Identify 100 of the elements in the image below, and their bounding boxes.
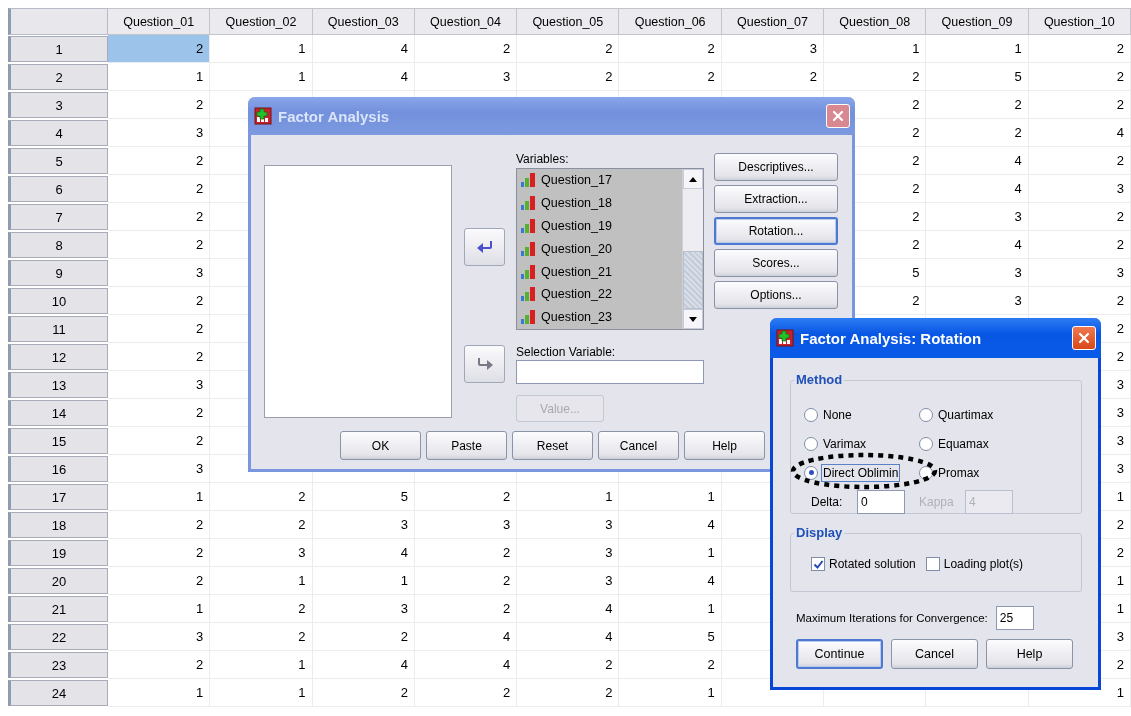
row-header[interactable]: 11	[8, 316, 108, 342]
table-cell[interactable]: 2	[414, 35, 518, 63]
row-header[interactable]: 24	[8, 680, 108, 706]
table-cell[interactable]: 2	[210, 623, 313, 651]
table-cell[interactable]: 3	[414, 63, 518, 91]
table-cell[interactable]: 2	[721, 63, 825, 91]
variable-list[interactable]: Question_17 Question_18 Question_19 Question_20 Question_21 Question_22 Question_23	[516, 168, 704, 330]
row-header[interactable]: 2	[8, 64, 108, 90]
table-cell[interactable]: 3	[108, 119, 211, 147]
table-cell[interactable]: 4	[926, 231, 1029, 259]
row-header[interactable]: 7	[8, 204, 108, 230]
table-cell[interactable]: 3	[1028, 175, 1131, 203]
table-cell[interactable]: 4	[312, 539, 415, 567]
column-header[interactable]: Question_01	[108, 8, 211, 35]
table-cell[interactable]: 1	[108, 595, 211, 623]
table-cell[interactable]: 2	[312, 623, 415, 651]
table-cell[interactable]: 3	[721, 35, 825, 63]
table-cell[interactable]: 2	[108, 231, 211, 259]
table-cell[interactable]: 3	[1028, 259, 1131, 287]
row-header[interactable]: 8	[8, 232, 108, 258]
table-cell[interactable]: 3	[108, 623, 211, 651]
table-cell[interactable]: 3	[926, 287, 1029, 315]
table-cell[interactable]: 2	[1028, 287, 1131, 315]
dialog-button[interactable]: Options...	[714, 281, 838, 309]
table-cell[interactable]: 1	[210, 35, 313, 63]
column-header[interactable]: Question_05	[517, 8, 620, 35]
table-cell[interactable]: 2	[108, 91, 211, 119]
table-cell[interactable]: 2	[108, 147, 211, 175]
row-header[interactable]: 20	[8, 568, 108, 594]
table-cell[interactable]: 3	[517, 567, 620, 595]
table-cell[interactable]: 2	[108, 203, 211, 231]
table-cell[interactable]: 3	[517, 539, 620, 567]
row-header[interactable]: 17	[8, 484, 108, 510]
table-cell[interactable]: 4	[312, 63, 415, 91]
column-header[interactable]: Question_04	[414, 8, 518, 35]
column-header[interactable]: Question_08	[824, 8, 927, 35]
table-cell[interactable]: 2	[517, 679, 620, 707]
radio-button[interactable]	[804, 465, 818, 480]
close-button[interactable]	[826, 104, 850, 128]
table-cell[interactable]: 2	[926, 119, 1029, 147]
table-cell[interactable]: 4	[414, 623, 518, 651]
table-cell[interactable]: 2	[210, 511, 313, 539]
table-cell[interactable]: 2	[517, 651, 620, 679]
row-header[interactable]: 15	[8, 428, 108, 454]
row-header[interactable]: 21	[8, 596, 108, 622]
column-header[interactable]: Question_10	[1028, 8, 1131, 35]
table-cell[interactable]: 1	[210, 679, 313, 707]
row-header[interactable]: 4	[8, 120, 108, 146]
table-cell[interactable]: 2	[108, 343, 211, 371]
checkbox[interactable]	[811, 557, 825, 571]
move-button[interactable]	[464, 345, 505, 383]
table-cell[interactable]: 3	[210, 539, 313, 567]
row-header[interactable]: 18	[8, 512, 108, 538]
table-cell[interactable]: 2	[1028, 147, 1131, 175]
table-cell[interactable]: 3	[108, 259, 211, 287]
scroll-down-button[interactable]	[683, 309, 703, 329]
checkbox[interactable]	[925, 557, 940, 571]
table-cell[interactable]: 2	[414, 595, 518, 623]
table-cell[interactable]: 5	[312, 483, 415, 511]
input-field[interactable]: 0	[857, 490, 905, 514]
scrollbar[interactable]	[682, 169, 703, 329]
input-field[interactable]	[516, 360, 704, 384]
row-header[interactable]: 14	[8, 400, 108, 426]
table-cell[interactable]: 1	[108, 63, 211, 91]
table-cell[interactable]: 2	[619, 651, 722, 679]
table-cell[interactable]: 4	[619, 511, 722, 539]
table-cell[interactable]: 3	[926, 203, 1029, 231]
table-cell[interactable]: 4	[926, 175, 1029, 203]
table-cell[interactable]: 2	[414, 679, 518, 707]
row-header[interactable]: 13	[8, 372, 108, 398]
table-cell[interactable]: 1	[619, 595, 722, 623]
row-header[interactable]: 9	[8, 260, 108, 286]
table-cell[interactable]: 1	[619, 483, 722, 511]
table-cell[interactable]: 1	[517, 483, 620, 511]
table-cell[interactable]: 5	[619, 623, 722, 651]
radio-button[interactable]	[804, 407, 818, 422]
dialog-button[interactable]: Extraction...	[714, 185, 838, 213]
table-cell[interactable]: 1	[108, 679, 211, 707]
table-cell[interactable]: 1	[619, 539, 722, 567]
table-cell[interactable]: 3	[312, 595, 415, 623]
table-cell[interactable]: 1	[926, 35, 1029, 63]
table-cell[interactable]: 4	[926, 147, 1029, 175]
move-button[interactable]	[464, 228, 505, 266]
table-cell[interactable]: 2	[108, 567, 211, 595]
column-header[interactable]: Question_06	[619, 8, 722, 35]
table-cell[interactable]: 3	[108, 455, 211, 483]
table-cell[interactable]: 2	[108, 175, 211, 203]
table-cell[interactable]: 2	[312, 679, 415, 707]
table-cell[interactable]: 5	[926, 63, 1029, 91]
table-cell[interactable]: 2	[1028, 231, 1131, 259]
row-header[interactable]: 22	[8, 624, 108, 650]
table-cell[interactable]: 4	[619, 567, 722, 595]
input-field[interactable]: 25	[995, 606, 1034, 630]
close-button[interactable]	[1072, 326, 1096, 350]
table-cell[interactable]: 2	[824, 63, 927, 91]
header-corner[interactable]	[8, 8, 108, 35]
table-cell[interactable]: 1	[312, 567, 415, 595]
dialog-button[interactable]: Reset	[512, 431, 593, 460]
table-cell[interactable]: 1	[210, 567, 313, 595]
table-cell[interactable]: 2	[926, 91, 1029, 119]
